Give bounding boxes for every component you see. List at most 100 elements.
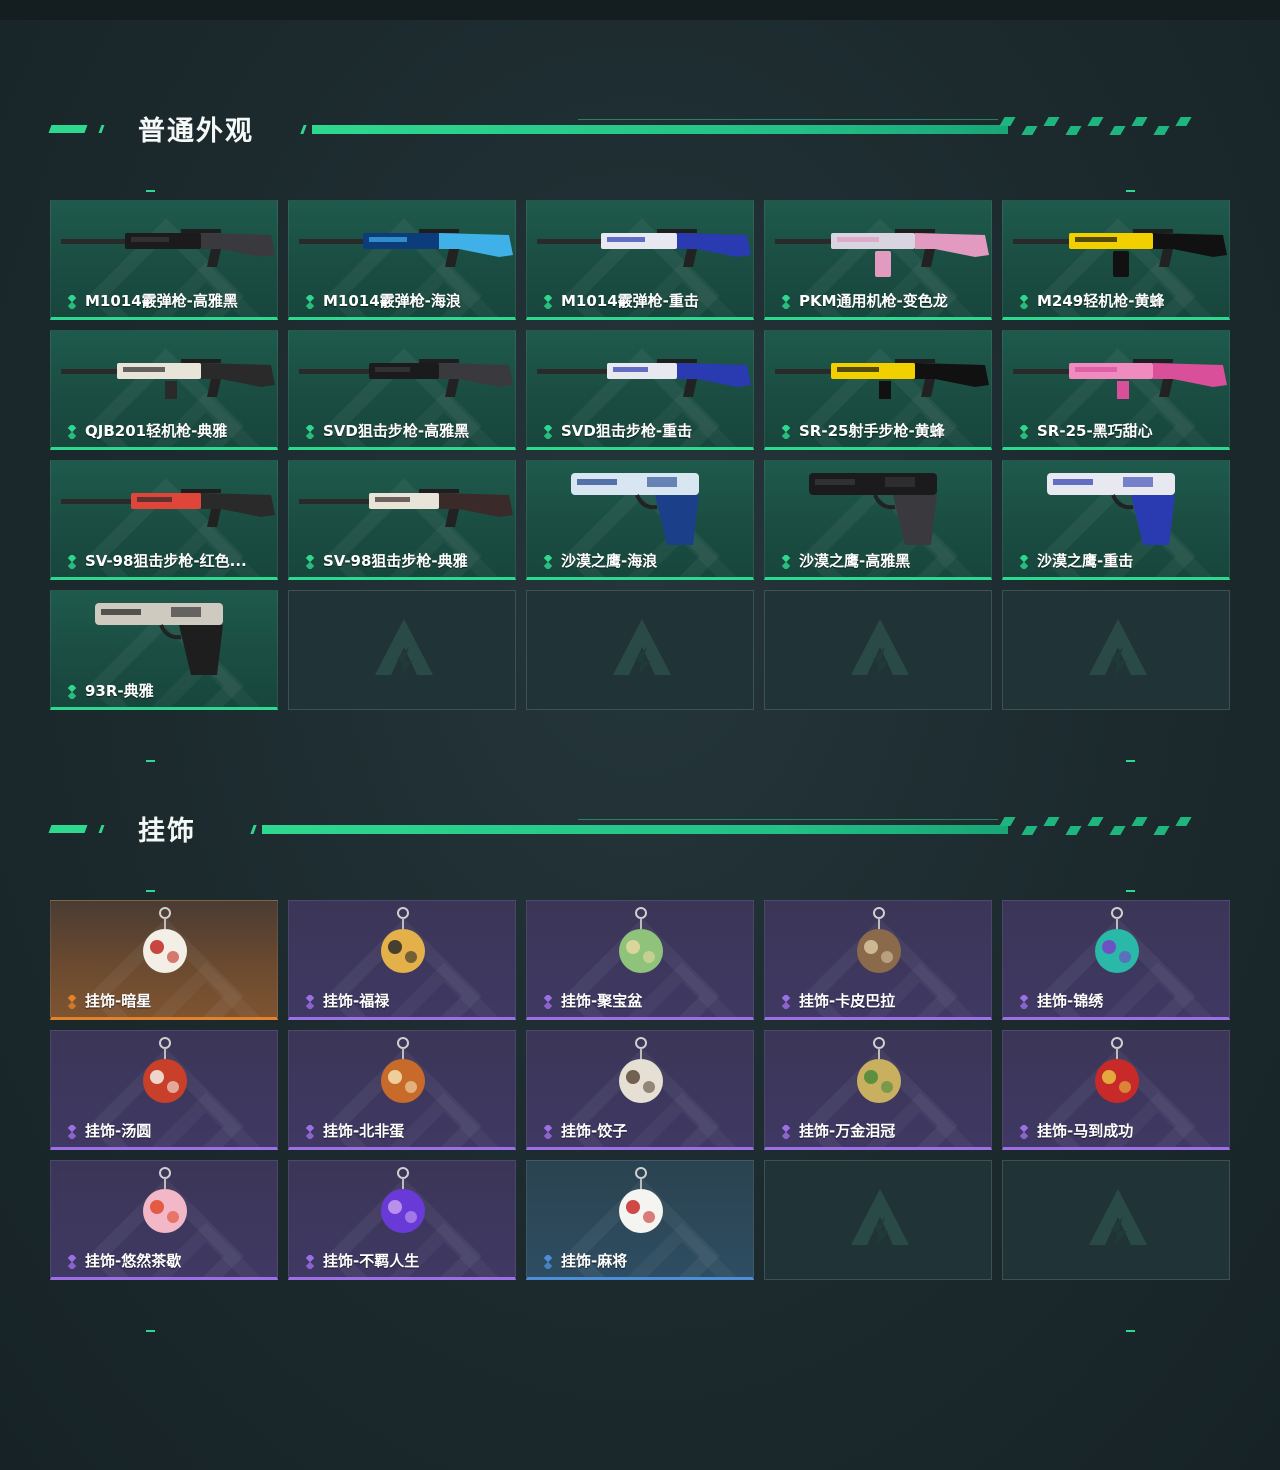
- rarity-diamond-icon: [303, 1253, 317, 1270]
- item-label-row: SR-25射手步枪-黄蜂: [779, 420, 945, 441]
- rarity-diamond-icon: [779, 423, 793, 440]
- rarity-diamond-icon: [1017, 423, 1031, 440]
- skin-card[interactable]: SV-98狙击步枪-红色...: [50, 460, 278, 580]
- charm-card[interactable]: 挂饰-万金泪冠: [764, 1030, 992, 1150]
- corner-marker: [146, 890, 155, 892]
- butterfly-charm-icon: [1003, 907, 1229, 985]
- section-header: 挂饰: [48, 816, 1208, 857]
- item-label-row: SVD狙击步枪-高雅黑: [303, 420, 469, 441]
- rarity-diamond-icon: [1017, 293, 1031, 310]
- item-label-row: 挂饰-麻将: [541, 1250, 627, 1271]
- skin-card[interactable]: SVD狙击步枪-高雅黑: [288, 330, 516, 450]
- item-label-row: 挂饰-不羁人生: [303, 1250, 419, 1271]
- charm-card[interactable]: 挂饰-悠然茶歇: [50, 1160, 278, 1280]
- placeholder-logo-icon: [849, 617, 911, 679]
- skin-card[interactable]: SR-25-黑巧甜心: [1002, 330, 1230, 450]
- item-label-row: M1014霰弹枪-高雅黑: [65, 290, 238, 311]
- item-name: SVD狙击步枪-高雅黑: [323, 422, 470, 440]
- skin-card[interactable]: 沙漠之鹰-海浪: [526, 460, 754, 580]
- item-name: M1014霰弹枪-高雅黑: [85, 292, 238, 310]
- item-label-row: 挂饰-北非蛋: [303, 1120, 404, 1141]
- sniper-rifle-icon: [289, 467, 515, 545]
- rarity-diamond-icon: [541, 1123, 555, 1140]
- placeholder-logo-icon: [611, 617, 673, 679]
- item-label-row: 挂饰-卡皮巴拉: [779, 990, 895, 1011]
- item-name: M1014霰弹枪-重击: [561, 292, 699, 310]
- skin-card[interactable]: 沙漠之鹰-高雅黑: [764, 460, 992, 580]
- rarity-diamond-icon: [303, 553, 317, 570]
- sneaker-charm-icon: [289, 1167, 515, 1245]
- item-label-row: M1014霰弹枪-重击: [541, 290, 699, 311]
- item-label-row: SR-25-黑巧甜心: [1017, 420, 1153, 441]
- rarity-diamond-icon: [65, 423, 79, 440]
- skin-card[interactable]: 沙漠之鹰-重击: [1002, 460, 1230, 580]
- skin-card[interactable]: M1014霰弹枪-重击: [526, 200, 754, 320]
- item-label-row: 挂饰-万金泪冠: [779, 1120, 895, 1141]
- shotgun-icon: [527, 207, 753, 285]
- skin-card[interactable]: M1014霰弹枪-高雅黑: [50, 200, 278, 320]
- machine-gun-icon: [765, 207, 991, 285]
- header-accent-tick: [98, 125, 105, 133]
- charm-card[interactable]: 挂饰-饺子: [526, 1030, 754, 1150]
- capybara-charm-icon: [765, 907, 991, 985]
- item-name: 挂饰-麻将: [561, 1252, 628, 1270]
- rifle-icon: [765, 337, 991, 415]
- placeholder-logo-icon: [1087, 617, 1149, 679]
- header-accent-tick: [98, 825, 105, 833]
- item-label-row: 挂饰-饺子: [541, 1120, 627, 1141]
- rarity-diamond-icon: [65, 1253, 79, 1270]
- charm-card[interactable]: 挂饰-暗星: [50, 900, 278, 1020]
- rarity-diamond-icon: [541, 1253, 555, 1270]
- charm-card[interactable]: 挂饰-麻将: [526, 1160, 754, 1280]
- corner-marker: [1126, 760, 1135, 762]
- item-name: 挂饰-福禄: [323, 992, 390, 1010]
- item-label-row: 挂饰-福禄: [303, 990, 389, 1011]
- item-label-row: QJB201轻机枪-典雅: [65, 420, 227, 441]
- pistol-icon: [765, 467, 991, 545]
- item-name: 挂饰-锦绣: [1037, 992, 1104, 1010]
- empty-slot: [1002, 1160, 1230, 1280]
- charm-card[interactable]: 挂饰-锦绣: [1002, 900, 1230, 1020]
- charm-card[interactable]: 挂饰-汤圆: [50, 1030, 278, 1150]
- corner-marker: [1126, 190, 1135, 192]
- shakshuka-charm-icon: [289, 1037, 515, 1115]
- header-accent-bar: [48, 825, 88, 833]
- skin-card[interactable]: SVD狙击步枪-重击: [526, 330, 754, 450]
- charm-card[interactable]: 挂饰-卡皮巴拉: [764, 900, 992, 1020]
- item-name: M1014霰弹枪-海浪: [323, 292, 461, 310]
- cupcake-charm-icon: [51, 1167, 277, 1245]
- skin-card[interactable]: M1014霰弹枪-海浪: [288, 200, 516, 320]
- empty-slot: [764, 590, 992, 710]
- charm-card[interactable]: 挂饰-福禄: [288, 900, 516, 1020]
- header-line: [262, 825, 1008, 834]
- mahjong-charm-icon: [527, 1167, 753, 1245]
- item-label-row: 挂饰-锦绣: [1017, 990, 1103, 1011]
- skin-card[interactable]: 93R-典雅: [50, 590, 278, 710]
- skin-card[interactable]: QJB201轻机枪-典雅: [50, 330, 278, 450]
- corner-marker: [146, 190, 155, 192]
- header-accent-bar: [48, 125, 88, 133]
- rarity-diamond-icon: [65, 683, 79, 700]
- section-header: 普通外观: [48, 116, 1208, 157]
- item-name: PKM通用机枪-变色龙: [799, 292, 948, 310]
- horse-charm-icon: [1003, 1037, 1229, 1115]
- skin-card[interactable]: PKM通用机枪-变色龙: [764, 200, 992, 320]
- corner-marker: [1126, 890, 1135, 892]
- charm-card[interactable]: 挂饰-北非蛋: [288, 1030, 516, 1150]
- item-name: 挂饰-悠然茶歇: [85, 1252, 182, 1270]
- item-label-row: 挂饰-悠然茶歇: [65, 1250, 181, 1271]
- section-title: 普通外观: [138, 116, 254, 147]
- rarity-diamond-icon: [779, 1123, 793, 1140]
- charm-card[interactable]: 挂饰-马到成功: [1002, 1030, 1230, 1150]
- rarity-diamond-icon: [303, 423, 317, 440]
- item-label-row: M249轻机枪-黄蜂: [1017, 290, 1164, 311]
- skin-card[interactable]: M249轻机枪-黄蜂: [1002, 200, 1230, 320]
- skin-card[interactable]: SR-25射手步枪-黄蜂: [764, 330, 992, 450]
- header-line: [312, 125, 1008, 134]
- skin-card[interactable]: SV-98狙击步枪-典雅: [288, 460, 516, 580]
- rarity-diamond-icon: [303, 993, 317, 1010]
- rarity-diamond-icon: [65, 993, 79, 1010]
- charm-card[interactable]: 挂饰-不羁人生: [288, 1160, 516, 1280]
- header-thin-line: [578, 819, 998, 820]
- charm-card[interactable]: 挂饰-聚宝盆: [526, 900, 754, 1020]
